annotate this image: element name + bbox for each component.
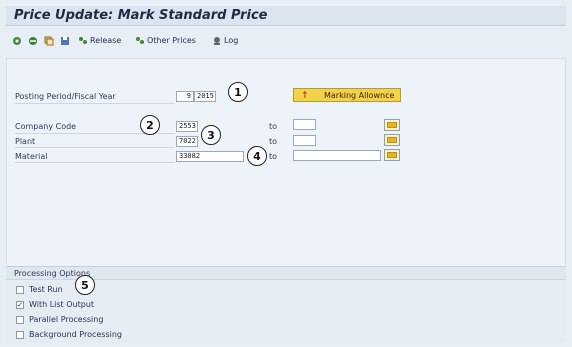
material-underline (15, 162, 175, 163)
callout-badge-5: 5 (75, 275, 95, 295)
company-code-from-input[interactable]: 2553 (176, 121, 198, 132)
selection-screen (6, 58, 566, 268)
release-button[interactable]: Release (90, 36, 121, 45)
callout-badge-1: 1 (228, 82, 248, 102)
background-processing-label: Background Processing (29, 330, 122, 339)
plant-to-input[interactable] (293, 135, 316, 146)
plant-label: Plant (15, 137, 36, 146)
multiple-selection-icon (387, 122, 397, 128)
log-button[interactable]: Log (224, 36, 238, 45)
background-processing-checkbox[interactable] (16, 331, 24, 339)
company-code-multiple-selection-button[interactable] (384, 119, 400, 131)
save-icon[interactable] (60, 36, 70, 46)
marking-allowance-label: Marking Allownce (324, 91, 395, 100)
with-list-output-checkbox[interactable]: ✓ (16, 301, 24, 309)
fiscal-year-input[interactable]: 2015 (194, 91, 216, 102)
test-run-checkbox[interactable] (16, 286, 24, 294)
material-from-input[interactable]: 33082 (176, 151, 244, 162)
company-code-label: Company Code (15, 122, 77, 131)
test-run-label: Test Run (29, 285, 63, 294)
material-to-input[interactable] (293, 150, 381, 161)
log-icon (214, 37, 220, 45)
parallel-processing-label: Parallel Processing (29, 315, 104, 324)
material-to-label: to (269, 152, 278, 161)
material-multiple-selection-button[interactable] (384, 149, 400, 161)
execute-icon[interactable] (12, 36, 22, 46)
marking-allowance-icon: ↑ (301, 91, 309, 101)
title-bar: Price Update: Mark Standard Price (6, 6, 566, 26)
refresh-icon[interactable] (28, 36, 38, 46)
marking-allowance-button[interactable]: ↑ Marking Allownce (293, 88, 401, 102)
posting-period-label: Posting Period/Fiscal Year (15, 92, 116, 101)
posting-period-underline (15, 103, 175, 104)
toolbar: Release Other Prices Log (6, 33, 566, 51)
posting-period-input[interactable]: 9 (176, 91, 194, 102)
plant-to-label: to (269, 137, 278, 146)
multiple-selection-icon (387, 137, 397, 143)
material-label: Material (15, 152, 48, 161)
with-list-output-label: With List Output (29, 300, 95, 309)
plant-underline (15, 147, 175, 148)
parallel-processing-checkbox[interactable] (16, 316, 24, 324)
callout-badge-2: 2 (140, 115, 160, 135)
company-code-to-label: to (269, 122, 278, 131)
company-code-to-input[interactable] (293, 119, 316, 130)
other-prices-button[interactable]: Other Prices (147, 36, 196, 45)
release-icon (79, 37, 87, 44)
plant-from-input[interactable]: 7022 (176, 136, 198, 147)
plant-multiple-selection-button[interactable] (384, 134, 400, 146)
other-prices-icon (136, 37, 144, 44)
page-title: Price Update: Mark Standard Price (14, 8, 268, 23)
multiple-selection-icon (387, 152, 397, 158)
callout-badge-3: 3 (201, 125, 221, 145)
copy-icon[interactable] (44, 36, 54, 46)
callout-badge-4: 4 (247, 146, 267, 166)
